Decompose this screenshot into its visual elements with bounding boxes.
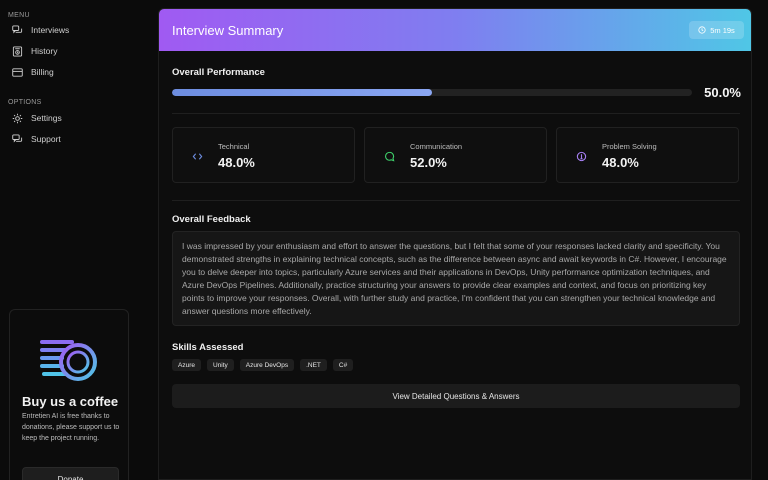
buy-coffee-card: Buy us a coffee Entretien AI is free tha… — [9, 309, 129, 480]
metric-label: Technical — [218, 142, 250, 151]
overall-progress-bar — [172, 89, 692, 96]
sidebar: MENU Interviews History Billing OPTIONS … — [0, 0, 146, 480]
gear-icon — [12, 113, 23, 123]
credit-card-icon — [12, 67, 23, 77]
metric-label: Problem Solving — [602, 142, 657, 151]
skills-assessed-title: Skills Assessed — [172, 342, 244, 353]
metric-value: 52.0% — [410, 155, 447, 170]
sidebar-item-interviews[interactable]: Interviews — [12, 21, 132, 39]
skills-list: Azure Unity Azure DevOps .NET C# — [172, 359, 354, 371]
coffee-logo-icon — [40, 340, 97, 381]
divider — [172, 113, 740, 114]
sidebar-item-label: Settings — [31, 113, 62, 123]
overall-feedback-title: Overall Feedback — [172, 214, 251, 225]
sidebar-item-history[interactable]: History — [12, 42, 132, 60]
skill-tag: Unity — [206, 359, 234, 371]
metric-label: Communication — [410, 142, 463, 151]
page-title: Interview Summary — [172, 23, 284, 38]
support-chat-icon — [12, 133, 23, 142]
coffee-title: Buy us a coffee — [22, 394, 119, 409]
skill-tag: .NET — [300, 359, 327, 371]
view-detailed-qa-button[interactable]: View Detailed Questions & Answers — [172, 384, 740, 408]
donate-button[interactable]: Donate — [22, 467, 119, 480]
summary-header: Interview Summary 5m 19s — [159, 9, 751, 51]
metric-value: 48.0% — [218, 155, 255, 170]
coffee-description: Entretien AI is free thanks to donations… — [22, 413, 120, 442]
divider — [172, 200, 740, 201]
metric-card-problem-solving: Problem Solving 48.0% — [556, 127, 739, 183]
skill-tag: C# — [332, 359, 354, 371]
clock-icon — [698, 26, 706, 34]
message-icon — [385, 151, 395, 162]
history-icon — [12, 45, 23, 57]
metric-card-technical: Technical 48.0% — [172, 127, 355, 183]
metric-card-communication: Communication 52.0% — [364, 127, 547, 183]
interview-summary-panel: Interview Summary 5m 19s Overall Perform… — [158, 8, 752, 480]
sidebar-item-label: Support — [31, 134, 61, 144]
skill-tag: Azure DevOps — [239, 359, 295, 371]
code-icon — [192, 153, 203, 160]
overall-progress-fill — [172, 89, 432, 96]
sidebar-item-label: Billing — [31, 67, 54, 77]
sidebar-item-billing[interactable]: Billing — [12, 63, 132, 81]
sidebar-item-label: Interviews — [31, 25, 70, 35]
sidebar-item-settings[interactable]: Settings — [12, 109, 132, 127]
sidebar-item-label: History — [31, 46, 58, 56]
overall-score: 50.0% — [704, 85, 741, 100]
skill-tag: Azure — [172, 359, 201, 371]
duration-text: 5m 19s — [710, 25, 735, 35]
options-section-title: OPTIONS — [8, 99, 42, 106]
feedback-text: I was impressed by your enthusiasm and e… — [172, 231, 740, 326]
chat-bubbles-icon — [12, 24, 23, 33]
metric-value: 48.0% — [602, 155, 639, 170]
lightbulb-icon — [576, 151, 587, 162]
duration-badge: 5m 19s — [689, 21, 744, 39]
sidebar-item-support[interactable]: Support — [12, 130, 132, 148]
overall-performance-title: Overall Performance — [172, 67, 265, 78]
menu-section-title: MENU — [8, 12, 30, 19]
